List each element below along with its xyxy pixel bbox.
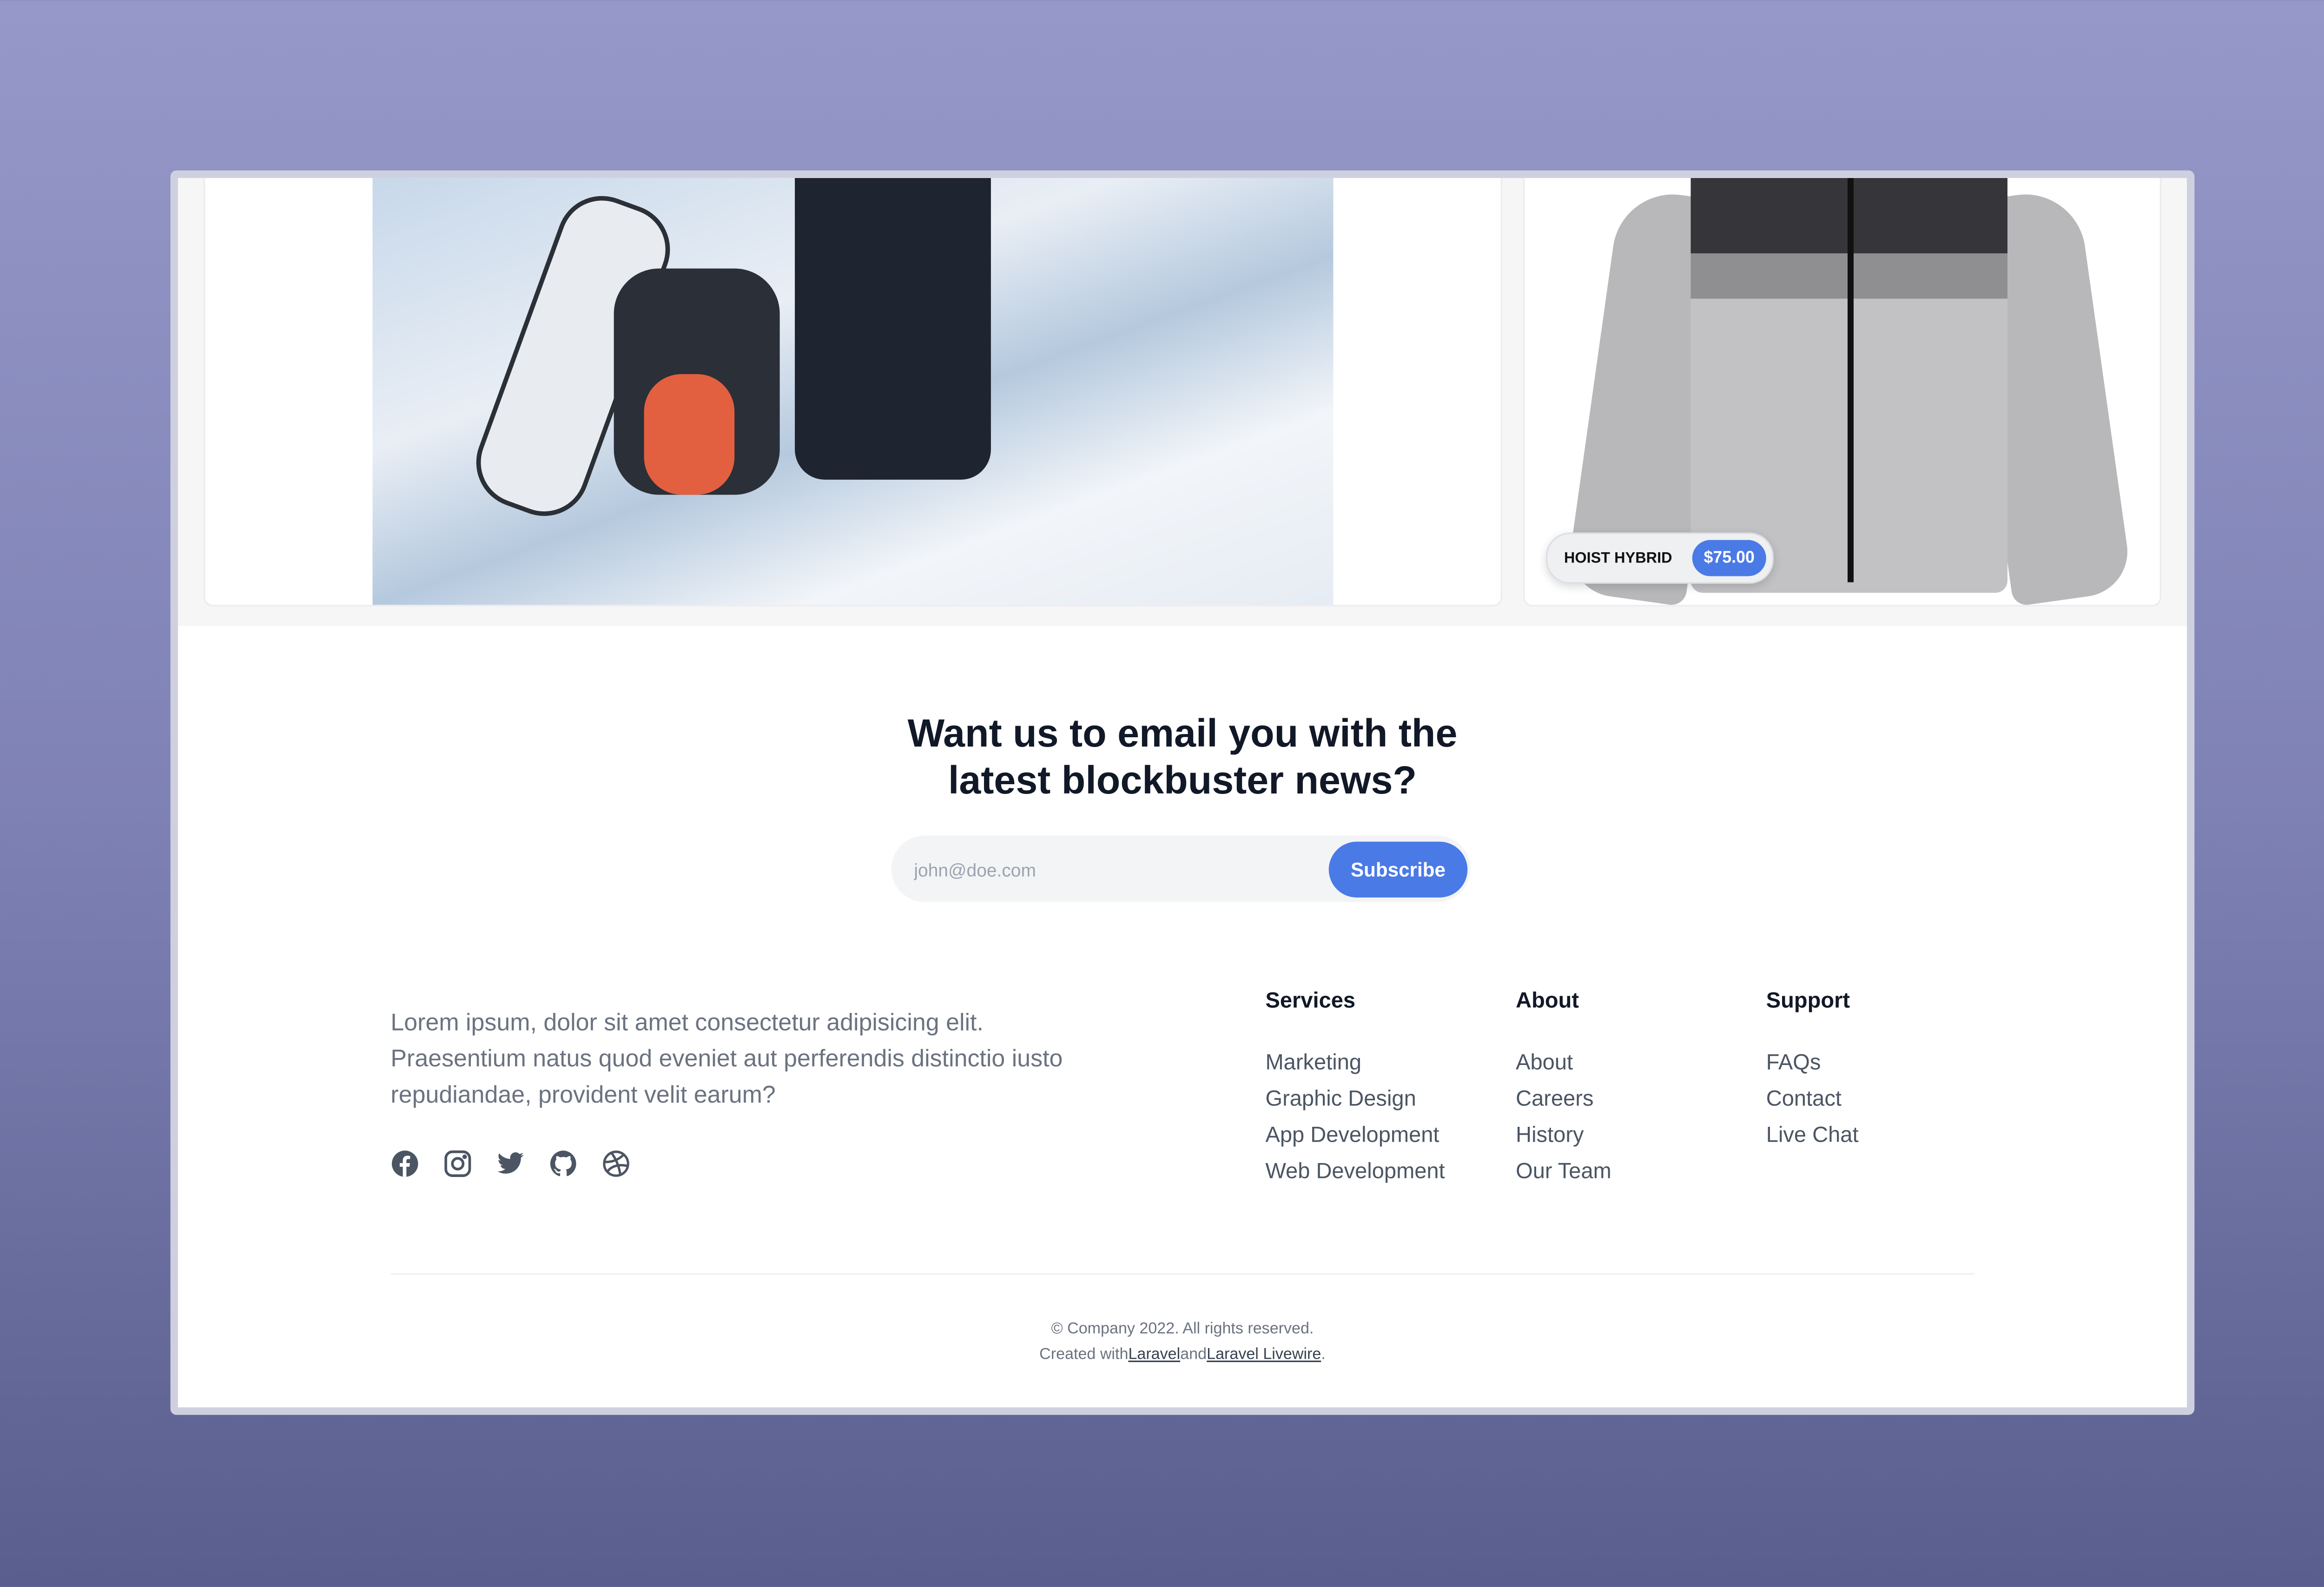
product-badge[interactable]: HOIST HYBRID $75.00 xyxy=(1546,532,1775,584)
footer-link[interactable]: Contact xyxy=(1766,1082,1859,1118)
footer-link[interactable]: About xyxy=(1516,1045,1611,1082)
github-icon[interactable] xyxy=(549,1150,578,1178)
email-input[interactable] xyxy=(911,835,1325,905)
laravel-link[interactable]: Laravel xyxy=(1128,1345,1180,1363)
subscribe-button[interactable]: Subscribe xyxy=(1328,841,1468,898)
footer-link[interactable]: Our Team xyxy=(1516,1154,1611,1190)
credits-and: and xyxy=(1180,1345,1207,1364)
footer-link[interactable]: Live Chat xyxy=(1766,1118,1859,1154)
heading-line: Want us to email you with the xyxy=(907,710,1458,756)
newsletter-heading: Want us to email you with the latest blo… xyxy=(178,710,2187,804)
credits-suffix: . xyxy=(1321,1345,1326,1364)
product-card[interactable] xyxy=(204,178,1502,607)
footer-column-support: Support FAQs Contact Live Chat xyxy=(1766,990,1859,1154)
zipper xyxy=(1848,178,1854,582)
product-card[interactable]: HOIST HYBRID $75.00 xyxy=(1523,178,2161,607)
copyright: © Company 2022. All rights reserved. Cre… xyxy=(178,1317,2187,1368)
livewire-link[interactable]: Laravel Livewire xyxy=(1207,1345,1321,1363)
footer-link[interactable]: Marketing xyxy=(1265,1045,1445,1082)
dribbble-icon[interactable] xyxy=(602,1150,631,1178)
products-section: HOIST HYBRID $75.00 xyxy=(178,178,2187,626)
footer-link[interactable]: Careers xyxy=(1516,1082,1611,1118)
footer-link[interactable]: App Development xyxy=(1265,1118,1445,1154)
instagram-icon[interactable] xyxy=(443,1150,472,1178)
column-title: About xyxy=(1516,989,1579,1014)
footer-link[interactable]: FAQs xyxy=(1766,1045,1859,1082)
credits-prefix: Created with xyxy=(1039,1345,1129,1364)
footer-about: Lorem ipsum, dolor sit amet consectetur … xyxy=(390,1011,1063,1109)
social-links xyxy=(390,1150,630,1178)
column-title: Services xyxy=(1265,989,1356,1014)
footer-column-services: Services Marketing Graphic Design App De… xyxy=(1265,990,1445,1190)
footer-link[interactable]: Graphic Design xyxy=(1265,1082,1445,1118)
footer-link[interactable]: History xyxy=(1516,1118,1611,1154)
footer-column-about: About About Careers History Our Team xyxy=(1516,990,1611,1190)
subscribe-form: Subscribe xyxy=(891,835,1471,905)
backpack-pocket xyxy=(644,374,735,495)
footer-divider xyxy=(390,1273,1974,1275)
column-title: Support xyxy=(1766,989,1850,1014)
facebook-icon[interactable] xyxy=(390,1150,419,1178)
copyright-text: © Company 2022. All rights reserved. xyxy=(1051,1320,1314,1338)
footer-link[interactable]: Web Development xyxy=(1265,1154,1445,1190)
browser-window: HOIST HYBRID $75.00 Want us to email you… xyxy=(170,170,2195,1415)
product-name: HOIST HYBRID xyxy=(1564,549,1672,567)
product-price: $75.00 xyxy=(1691,540,1767,576)
person-legs xyxy=(795,178,991,480)
twitter-icon[interactable] xyxy=(496,1150,525,1178)
credits: Created withLaravelandLaravel Livewire. xyxy=(178,1342,2187,1368)
snowboard-image xyxy=(372,178,1334,605)
heading-line: latest blockbuster news? xyxy=(948,757,1417,803)
